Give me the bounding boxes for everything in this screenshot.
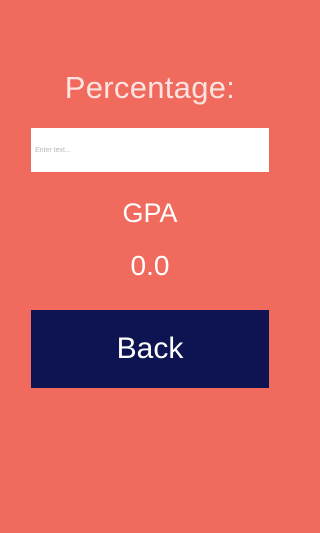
page-title: Percentage:: [64, 70, 236, 105]
gpa-label: GPA: [122, 198, 178, 228]
gpa-value: 0.0: [130, 250, 170, 281]
back-button[interactable]: Back: [31, 310, 269, 388]
percentage-input[interactable]: [31, 128, 269, 172]
